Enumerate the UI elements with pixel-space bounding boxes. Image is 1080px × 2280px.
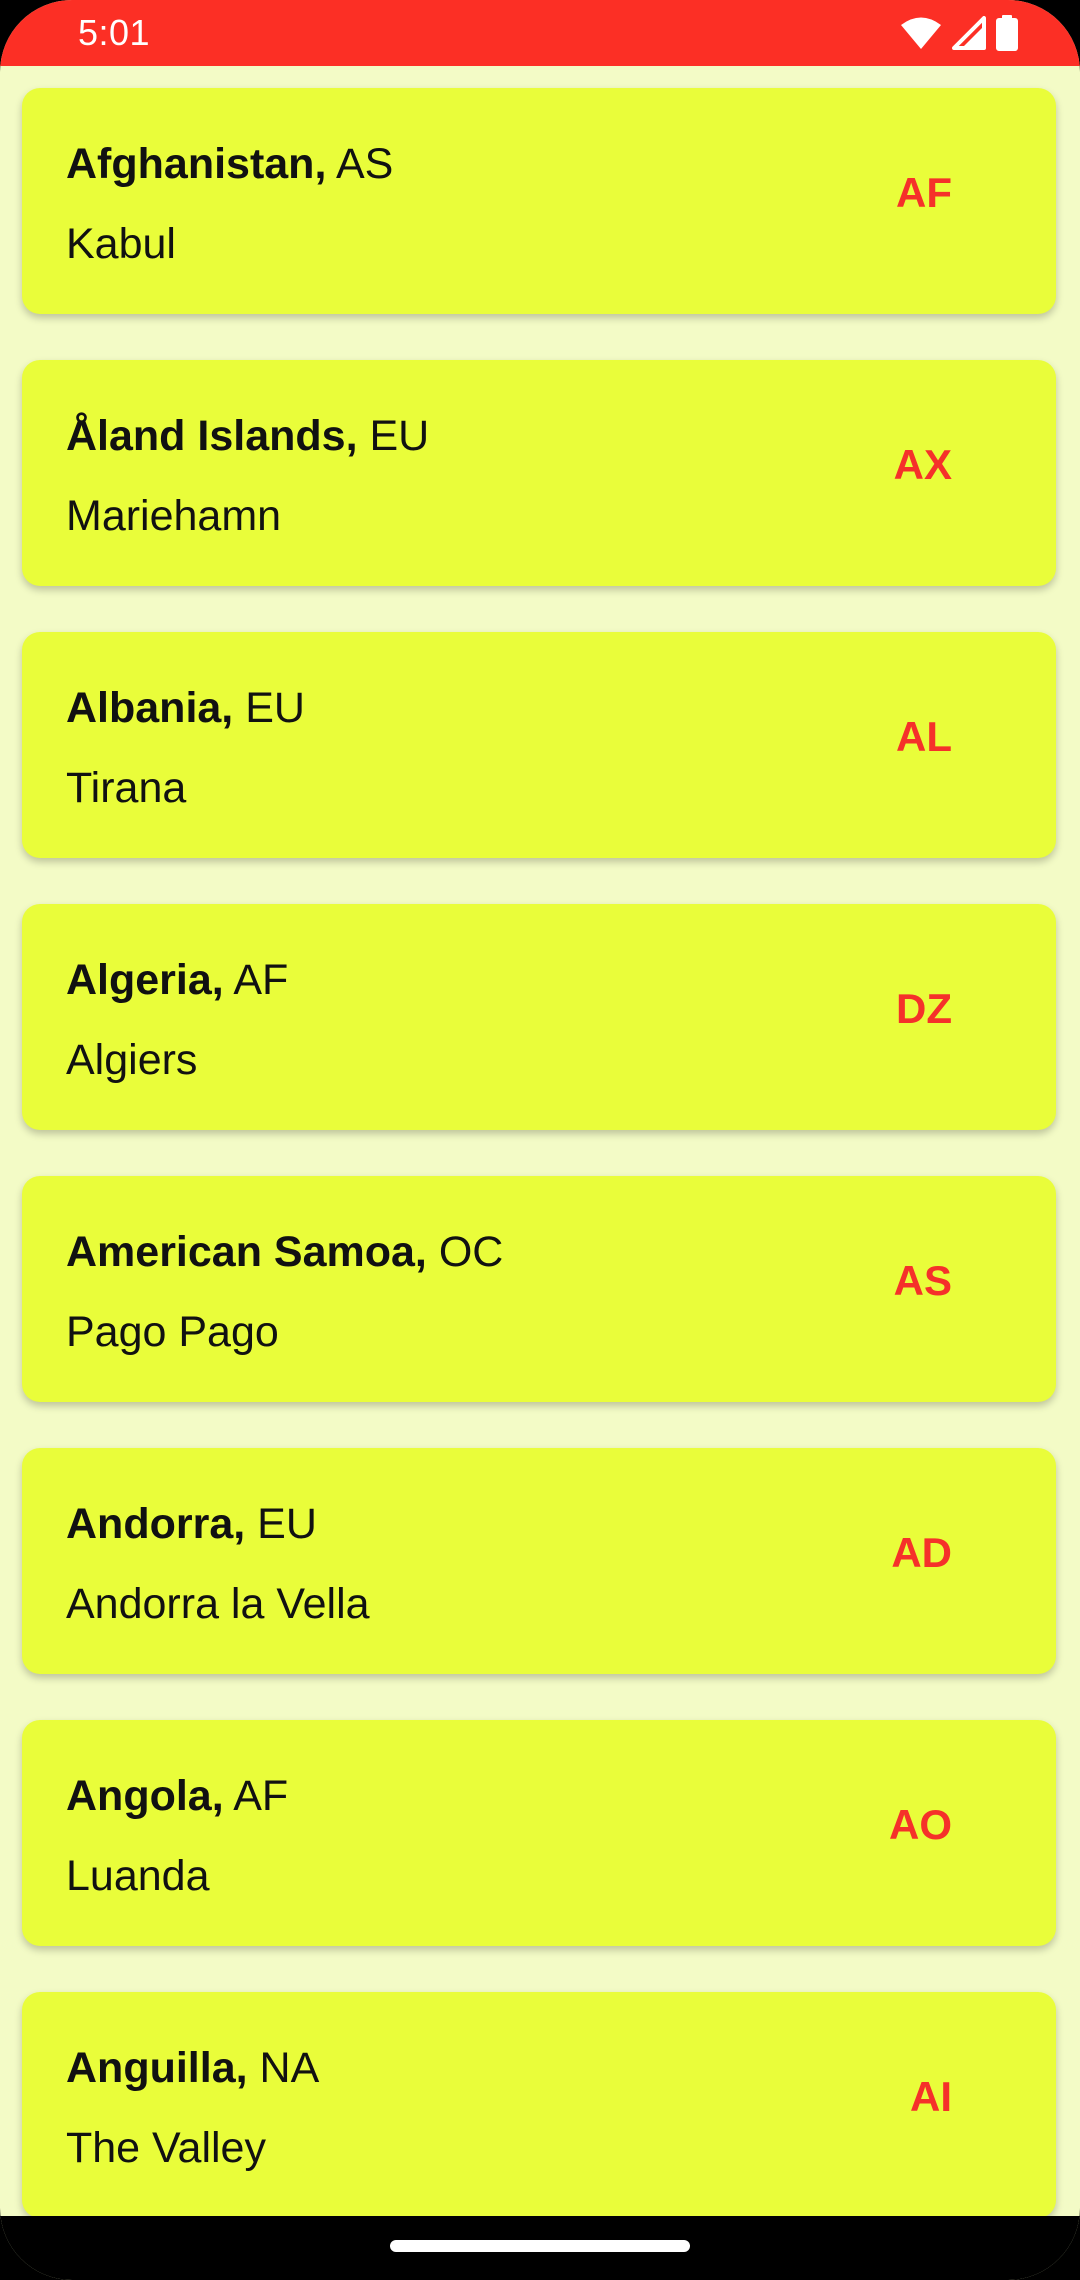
navigation-bar	[0, 2216, 1080, 2280]
country-card[interactable]: American Samoa, OC Pago Pago AS	[22, 1176, 1056, 1402]
continent-code: EU	[369, 412, 430, 460]
country-code: AL	[896, 713, 952, 760]
country-name-line: Albania, EU	[66, 684, 305, 733]
country-card[interactable]: Anguilla, NA The Valley AI	[22, 1992, 1056, 2216]
wifi-icon	[900, 16, 942, 50]
continent-code: NA	[259, 2044, 320, 2092]
country-card[interactable]: Afghanistan, AS Kabul AF	[22, 88, 1056, 314]
country-name: Angola,	[66, 1772, 224, 1820]
country-code: DZ	[896, 985, 952, 1032]
continent-code: AF	[233, 956, 289, 1004]
country-name: American Samoa,	[66, 1228, 427, 1276]
country-name-line: Afghanistan, AS	[66, 140, 393, 189]
country-name: Albania,	[66, 684, 234, 732]
status-bar: 5:01	[0, 0, 1080, 66]
country-name: Andorra,	[66, 1500, 246, 1548]
country-code: AX	[893, 441, 952, 488]
capital-name: Luanda	[66, 1852, 210, 1900]
country-code: AD	[891, 1529, 952, 1576]
country-card[interactable]: Åland Islands, EU Mariehamn AX	[22, 360, 1056, 586]
country-card[interactable]: Angola, AF Luanda AO	[22, 1720, 1056, 1946]
capital-name: Andorra la Vella	[66, 1580, 370, 1628]
country-name-line: American Samoa, OC	[66, 1228, 503, 1277]
status-time: 5:01	[78, 12, 151, 53]
country-name: Algeria,	[66, 956, 224, 1004]
country-name-line: Algeria, AF	[66, 956, 288, 1005]
country-card[interactable]: Algeria, AF Algiers DZ	[22, 904, 1056, 1130]
capital-name: Tirana	[66, 764, 187, 812]
country-name: Afghanistan,	[66, 140, 327, 188]
continent-code: EU	[245, 684, 305, 732]
capital-name: Pago Pago	[66, 1308, 279, 1356]
country-name-line: Anguilla, NA	[66, 2044, 319, 2093]
country-name-line: Andorra, EU	[66, 1500, 317, 1549]
continent-code: AF	[233, 1772, 289, 1820]
country-code: AS	[893, 1257, 952, 1304]
country-name-line: Angola, AF	[66, 1772, 288, 1821]
capital-name: Kabul	[66, 220, 176, 268]
country-name: Åland Islands,	[66, 412, 358, 460]
country-list[interactable]: Afghanistan, AS Kabul AF Åland Islands, …	[0, 66, 1080, 2216]
continent-code: AS	[335, 140, 394, 188]
capital-name: The Valley	[66, 2124, 266, 2172]
country-code: AF	[896, 169, 952, 216]
country-card[interactable]: Albania, EU Tirana AL	[22, 632, 1056, 858]
capital-name: Mariehamn	[66, 492, 282, 540]
cell-signal-icon	[952, 16, 986, 50]
continent-code: EU	[257, 1500, 317, 1548]
country-code: AO	[889, 1801, 952, 1848]
battery-icon	[996, 15, 1018, 51]
country-name-line: Åland Islands, EU	[66, 412, 429, 461]
status-icons	[900, 14, 1018, 52]
country-code: AI	[910, 2073, 952, 2120]
continent-code: OC	[438, 1228, 504, 1276]
home-gesture-handle[interactable]	[390, 2240, 690, 2252]
country-name: Anguilla,	[66, 2044, 248, 2092]
country-card[interactable]: Andorra, EU Andorra la Vella AD	[22, 1448, 1056, 1674]
capital-name: Algiers	[66, 1036, 198, 1084]
phone-screen: 5:01 Afghanistan, AS Kabul AF Åland Isla…	[0, 0, 1080, 2280]
